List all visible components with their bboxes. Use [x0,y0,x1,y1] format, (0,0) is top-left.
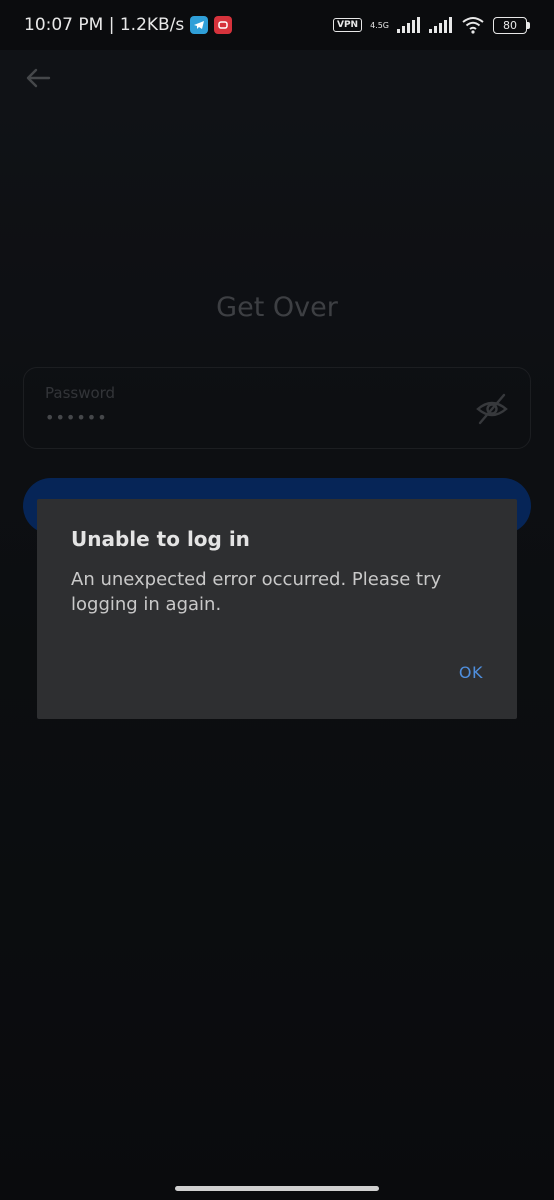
app-notification-icon [214,16,233,34]
dialog-message: An unexpected error occurred. Please try… [71,569,442,615]
wifi-icon [462,17,484,34]
network-type: 4.5G [370,20,389,30]
battery-tip [527,21,530,29]
telegram-icon [190,16,209,34]
battery-level: 80 [493,16,527,34]
signal-icon-secondary [429,17,452,33]
screen: 10:07 PM | 1.2KB/s VPN 4.5G 80 Get Over … [0,0,554,1200]
dialog-title: Unable to log in [71,527,250,551]
status-time-speed: 10:07 PM | 1.2KB/s [24,15,185,35]
battery-icon: 80 [493,16,530,34]
vpn-indicator: VPN [332,18,363,32]
error-dialog: Unable to log in An unexpected error occ… [37,499,517,719]
signal-icon [397,17,420,33]
status-bar: 10:07 PM | 1.2KB/s VPN 4.5G 80 [0,0,554,50]
status-right: VPN 4.5G 80 [332,16,530,34]
home-indicator[interactable] [175,1186,379,1191]
ok-button[interactable]: OK [459,663,483,682]
status-left: 10:07 PM | 1.2KB/s [24,15,233,35]
